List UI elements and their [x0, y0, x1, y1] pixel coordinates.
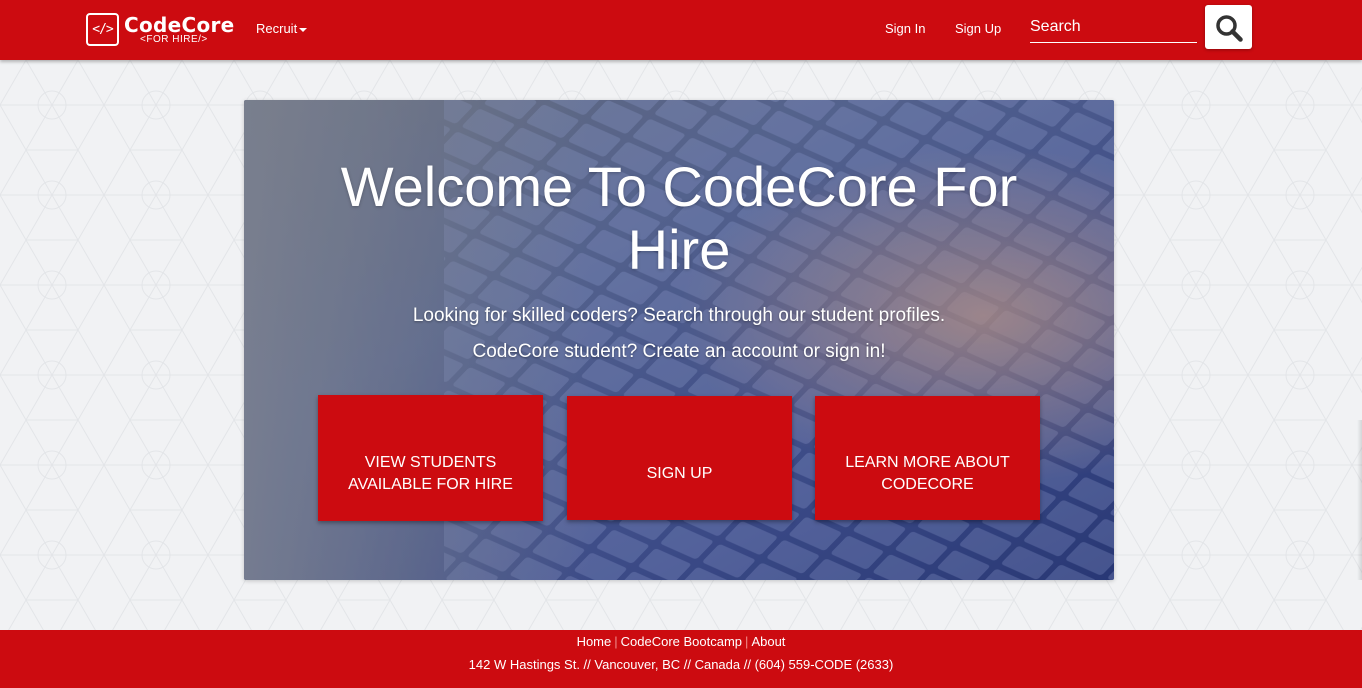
caret-down-icon [299, 27, 308, 32]
page-edge-shadow [1357, 420, 1362, 580]
brand-tagline: <FOR HIRE/> [140, 34, 208, 45]
footer-link-home[interactable]: Home [577, 634, 612, 649]
footer-address: 142 W Hastings St. // Vancouver, BC // C… [468, 657, 894, 672]
sign-up-button[interactable]: SIGN UP [567, 396, 792, 520]
footer-links: Home | CodeCore Bootcamp | About [0, 634, 1362, 650]
hero-subtitle-students: CodeCore student? Create an account or s… [472, 341, 886, 362]
footer-separator: | [614, 634, 618, 649]
hero-title: Welcome To CodeCore For Hire [340, 155, 1018, 281]
search-input[interactable] [1030, 12, 1197, 43]
search-icon [1216, 15, 1243, 42]
search-button[interactable] [1205, 5, 1252, 49]
recruit-label: Recruit [256, 21, 298, 36]
top-navbar: </> CodeCore <FOR HIRE/> Recruit Sign In… [0, 0, 1362, 60]
learn-more-button[interactable]: LEARN MORE ABOUT CODECORE [815, 396, 1040, 520]
sign-in-link[interactable]: Sign In [885, 21, 925, 37]
recruit-dropdown[interactable]: Recruit [256, 21, 308, 37]
sign-up-link[interactable]: Sign Up [955, 21, 1001, 37]
hero-subtitle-employers: Looking for skilled coders? Search throu… [412, 305, 946, 326]
view-students-button[interactable]: VIEW STUDENTS AVAILABLE FOR HIRE [318, 395, 543, 521]
footer-link-bootcamp[interactable]: CodeCore Bootcamp [621, 634, 742, 649]
code-brackets-icon: </> [86, 13, 119, 46]
footer-link-about[interactable]: About [751, 634, 785, 649]
hero-banner: Welcome To CodeCore For Hire Looking for… [244, 100, 1114, 580]
site-footer: Home | CodeCore Bootcamp | About 142 W Hasti… [0, 630, 1362, 688]
